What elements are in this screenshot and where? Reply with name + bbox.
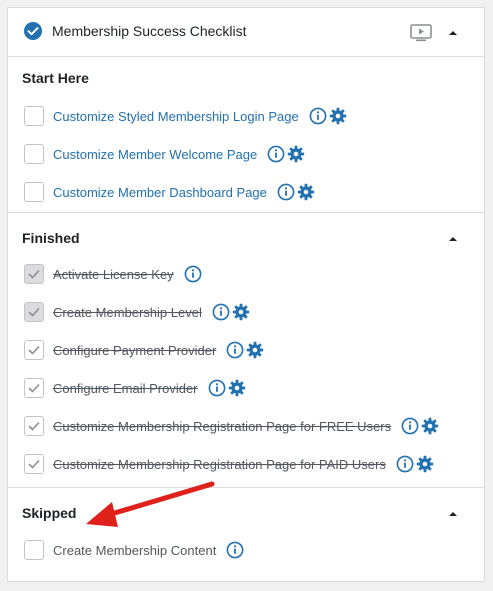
annotation-arrow-icon — [86, 481, 215, 527]
